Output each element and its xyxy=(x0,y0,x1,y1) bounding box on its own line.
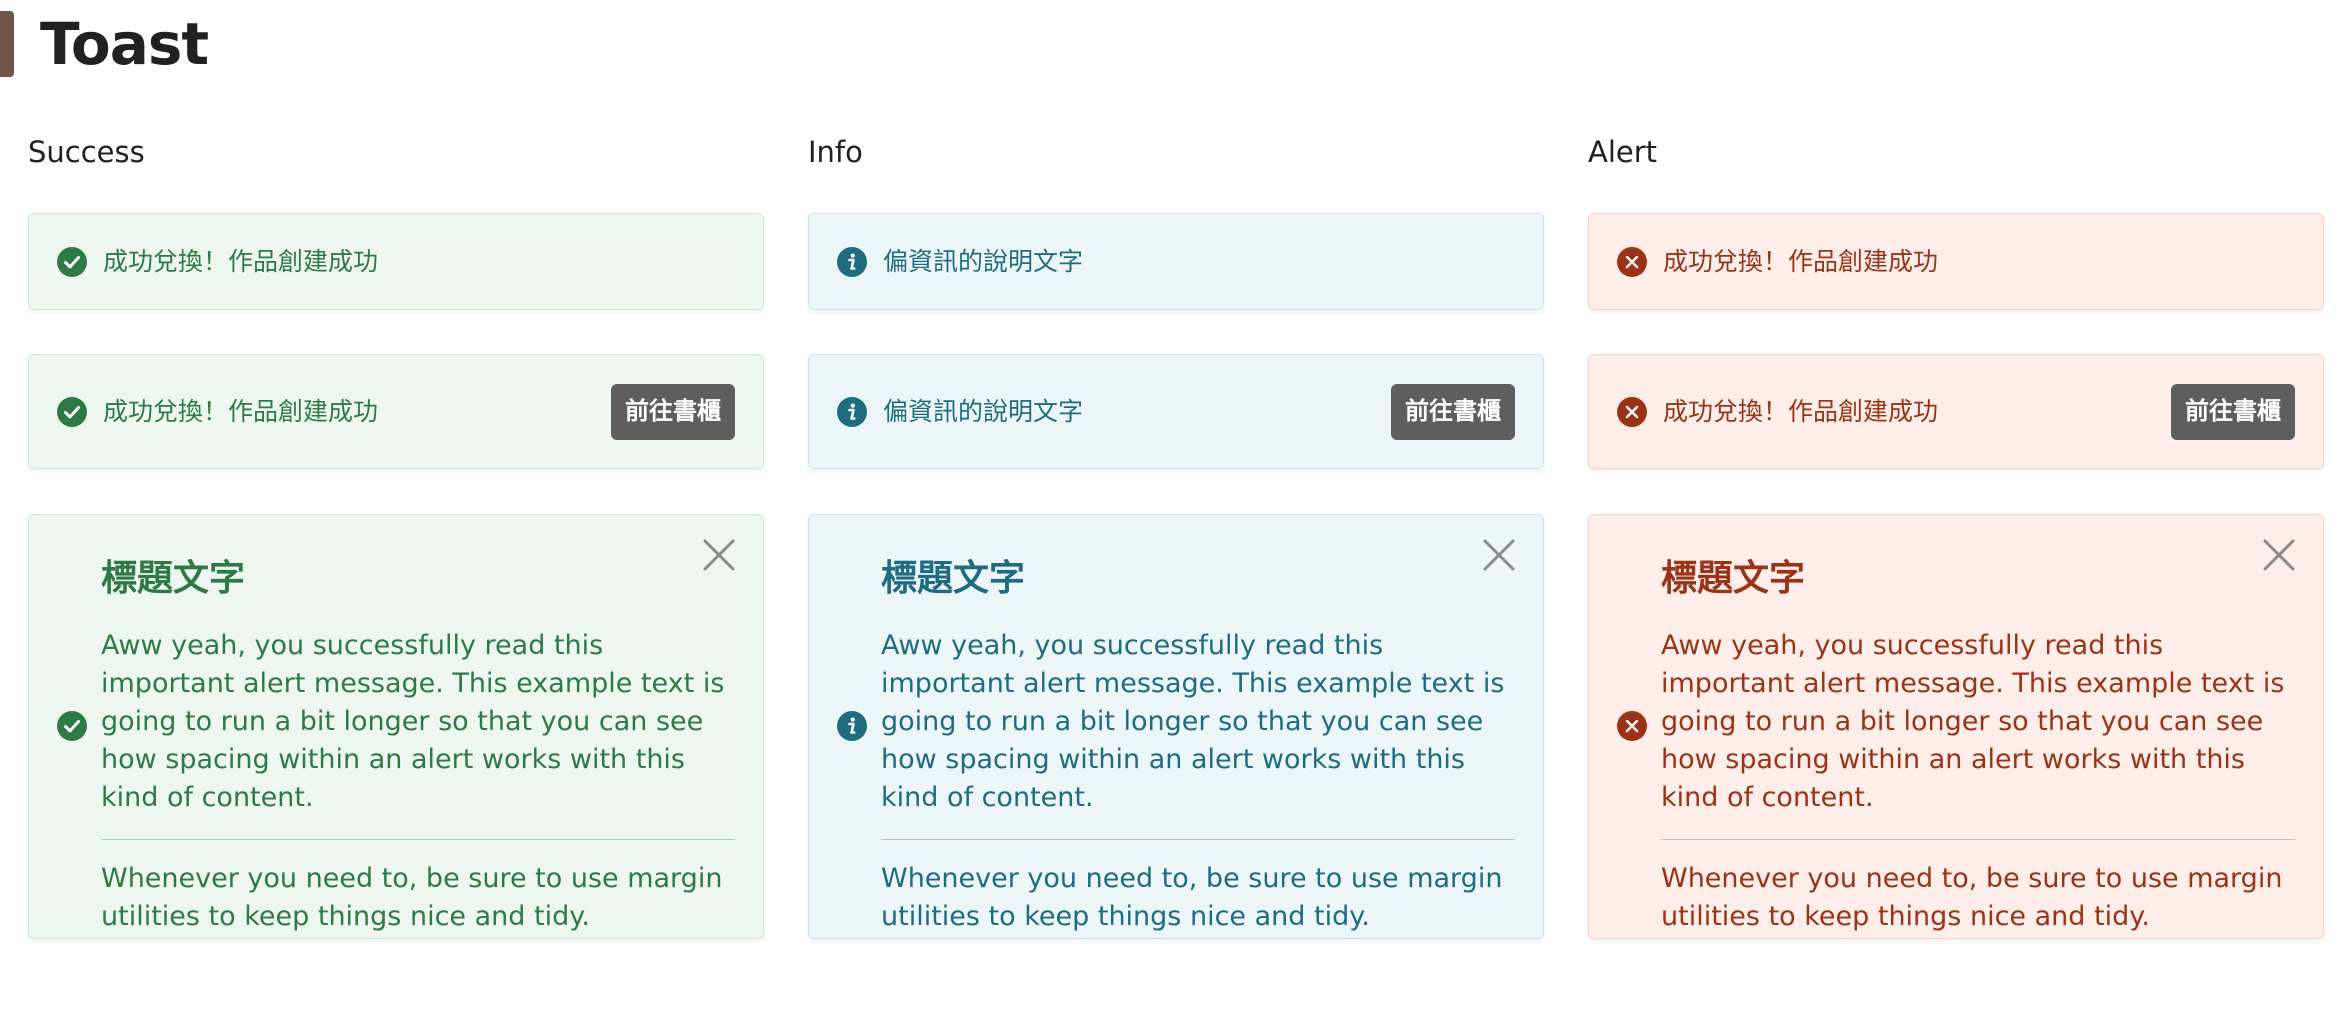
x-circle-icon xyxy=(1617,247,1647,277)
column-label-success: Success xyxy=(28,135,145,169)
column-label-alert: Alert xyxy=(1588,135,1658,169)
toast-message: 偏資訊的說明文字 xyxy=(883,246,1084,276)
page-title: Toast xyxy=(40,10,209,78)
info-toast-with-action: 偏資訊的說明文字 前往書櫃 xyxy=(808,354,1544,469)
page-header: Toast xyxy=(0,10,209,78)
info-toast-detail: 標題文字 Aww yeah, you successfully read thi… xyxy=(808,514,1544,939)
info-circle-icon xyxy=(837,397,867,427)
info-circle-icon xyxy=(837,711,867,741)
divider xyxy=(1661,839,2295,840)
toast-footnote: Whenever you need to, be sure to use mar… xyxy=(881,863,1503,932)
toast-body-text: Aww yeah, you successfully read this imp… xyxy=(881,630,1505,813)
divider xyxy=(881,839,1515,840)
info-circle-icon xyxy=(837,247,867,277)
alert-toast-simple: 成功兌換！作品創建成功 xyxy=(1588,213,2324,310)
toast-footnote: Whenever you need to, be sure to use mar… xyxy=(101,863,723,932)
success-toast-with-action: 成功兌換！作品創建成功 前往書櫃 xyxy=(28,354,764,469)
check-circle-icon xyxy=(57,247,87,277)
alert-toast-with-action: 成功兌換！作品創建成功 前往書櫃 xyxy=(1588,354,2324,469)
toast-footnote: Whenever you need to, be sure to use mar… xyxy=(1661,863,2283,932)
check-circle-icon xyxy=(57,397,87,427)
toast-message: 成功兌換！作品創建成功 xyxy=(1663,246,1939,276)
toast-body-text: Aww yeah, you successfully read this imp… xyxy=(1661,630,2285,813)
toast-title: 標題文字 xyxy=(101,558,246,599)
x-circle-icon xyxy=(1617,397,1647,427)
toast-title: 標題文字 xyxy=(1661,558,1806,599)
toast-message: 偏資訊的說明文字 xyxy=(883,396,1084,426)
success-toast-simple: 成功兌換！作品創建成功 xyxy=(28,213,764,310)
toast-message: 成功兌換！作品創建成功 xyxy=(103,246,379,276)
toast-body-text: Aww yeah, you successfully read this imp… xyxy=(101,630,725,813)
header-accent-bar xyxy=(0,11,14,77)
success-toast-detail: 標題文字 Aww yeah, you successfully read thi… xyxy=(28,514,764,939)
x-circle-icon xyxy=(1617,711,1647,741)
toast-message: 成功兌換！作品創建成功 xyxy=(103,396,379,426)
divider xyxy=(101,839,735,840)
check-circle-icon xyxy=(57,711,87,741)
alert-toast-detail: 標題文字 Aww yeah, you successfully read thi… xyxy=(1588,514,2324,939)
info-toast-simple: 偏資訊的說明文字 xyxy=(808,213,1544,310)
go-to-bookshelf-button[interactable]: 前往書櫃 xyxy=(2171,383,2295,440)
go-to-bookshelf-button[interactable]: 前往書櫃 xyxy=(1391,383,1515,440)
toast-title: 標題文字 xyxy=(881,558,1026,599)
toast-message: 成功兌換！作品創建成功 xyxy=(1663,396,1939,426)
column-label-info: Info xyxy=(808,135,863,169)
go-to-bookshelf-button[interactable]: 前往書櫃 xyxy=(611,383,735,440)
